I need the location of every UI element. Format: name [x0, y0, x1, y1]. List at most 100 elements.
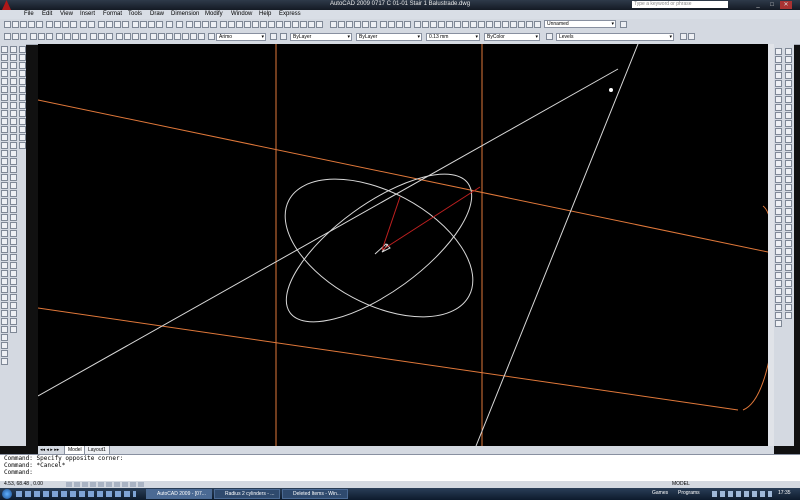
dim-linear-tool-icon[interactable] — [10, 174, 17, 181]
annotative-icon[interactable] — [785, 296, 792, 303]
arc-tool-icon[interactable] — [1, 86, 8, 93]
delete-scale-icon[interactable] — [785, 312, 792, 319]
sheet-set-icon[interactable] — [156, 21, 163, 28]
help-question-icon[interactable] — [198, 33, 205, 40]
union-tool-icon[interactable] — [1, 278, 8, 285]
chamfer-tool-icon[interactable] — [10, 150, 17, 157]
quick-dim-tool-icon[interactable] — [10, 238, 17, 245]
paste-clip-icon[interactable] — [72, 33, 79, 40]
justify-text-icon[interactable] — [785, 280, 792, 287]
text-front-icon[interactable] — [785, 136, 792, 143]
command-prompt[interactable]: Command: — [4, 469, 800, 476]
view-manager-icon[interactable] — [620, 21, 627, 28]
snap-quadrant-icon[interactable] — [19, 78, 26, 85]
menu-file[interactable]: File — [24, 11, 34, 17]
color-combo[interactable]: ByLayer — [290, 33, 352, 41]
linetype-combo[interactable]: ByLayer — [356, 33, 422, 41]
locate-point-icon[interactable] — [785, 80, 792, 87]
menu-express[interactable]: Express — [279, 11, 301, 17]
break-tool-icon[interactable] — [10, 134, 17, 141]
undo-icon[interactable] — [80, 21, 87, 28]
redo-icon[interactable] — [88, 21, 95, 28]
revolve-tool-icon[interactable] — [1, 254, 8, 261]
plotstyle-combo[interactable]: ByColor — [484, 33, 540, 41]
snap-tangent-icon[interactable] — [19, 86, 26, 93]
snap-settings-icon[interactable] — [19, 142, 26, 149]
convert-solid-icon[interactable] — [775, 272, 782, 279]
clean-tool-icon[interactable] — [1, 350, 8, 357]
zoom-window-icon[interactable] — [132, 33, 139, 40]
lights-icon[interactable] — [775, 56, 782, 63]
ellipse-arc-tool-icon[interactable] — [1, 126, 8, 133]
find-icon[interactable] — [785, 264, 792, 271]
view-bottom-icon[interactable] — [338, 21, 345, 28]
redo-arrow-icon[interactable] — [106, 33, 113, 40]
dim-arc-tool-icon[interactable] — [10, 190, 17, 197]
snap-none-icon[interactable] — [19, 134, 26, 141]
bring-above-icon[interactable] — [785, 120, 792, 127]
brush-icon[interactable] — [80, 33, 87, 40]
layer-previous-icon[interactable] — [438, 21, 445, 28]
camera-icon[interactable] — [210, 21, 217, 28]
paste-icon[interactable] — [62, 21, 69, 28]
menu-format[interactable]: Format — [103, 11, 122, 17]
sphere-tool-icon[interactable] — [1, 206, 8, 213]
torus-tool-icon[interactable] — [1, 238, 8, 245]
layer-walk-icon[interactable] — [502, 21, 509, 28]
command-window[interactable]: Command: Specify opposite corner: Comman… — [0, 454, 800, 481]
snap-parallel-icon[interactable] — [19, 102, 26, 109]
shell-tool-icon[interactable] — [1, 334, 8, 341]
rectangle-tool-icon[interactable] — [1, 78, 8, 85]
calculator-icon[interactable] — [166, 21, 173, 28]
layer-isolate-icon[interactable] — [446, 21, 453, 28]
ucs-zaxis-icon[interactable] — [276, 21, 283, 28]
named-view-combo[interactable]: Unnamed — [544, 20, 616, 28]
dim-diameter-tool-icon[interactable] — [10, 222, 17, 229]
planar-surface-icon[interactable] — [775, 304, 782, 311]
copy-clip-icon[interactable] — [64, 33, 71, 40]
ortho-toggle-icon[interactable] — [82, 482, 88, 487]
new-icon[interactable] — [4, 21, 11, 28]
cylinder-end-cap[interactable] — [742, 205, 777, 411]
construction-line-steep[interactable] — [475, 43, 639, 447]
start-button[interactable] — [2, 489, 12, 499]
clip-tool-icon[interactable] — [10, 326, 17, 333]
box-tool-icon[interactable] — [1, 198, 8, 205]
center-mark-tool-icon[interactable] — [10, 270, 17, 277]
gradient-tool-icon[interactable] — [1, 166, 8, 173]
design-center-icon[interactable] — [140, 21, 147, 28]
render-icon[interactable] — [202, 21, 209, 28]
sheet-set-palette-icon[interactable] — [174, 33, 181, 40]
extend-tool-icon[interactable] — [10, 126, 17, 133]
circle-tool-icon[interactable] — [1, 94, 8, 101]
new-file-icon[interactable] — [4, 33, 11, 40]
conceptual-style-icon[interactable] — [775, 184, 782, 191]
design-center-palette-icon[interactable] — [158, 33, 165, 40]
mass-props-icon[interactable] — [785, 64, 792, 71]
snap-insertion-icon[interactable] — [19, 110, 26, 117]
qp-toggle-icon[interactable] — [138, 482, 144, 487]
named-views-icon[interactable] — [414, 21, 421, 28]
ucs-y-icon[interactable] — [300, 21, 307, 28]
dim-baseline-tool-icon[interactable] — [10, 246, 17, 253]
erase-tool-icon[interactable] — [10, 46, 17, 53]
lineweight-combo[interactable]: 0.13 mm — [426, 33, 480, 41]
view-sw-iso-icon[interactable] — [380, 21, 387, 28]
taskbar-item-radius[interactable]: Radius 2 cylinders - ... — [214, 489, 280, 499]
fillet-tool-icon[interactable] — [10, 158, 17, 165]
wireframe-style-icon[interactable] — [775, 160, 782, 167]
properties-icon[interactable] — [132, 21, 139, 28]
zoom-realtime-icon[interactable] — [106, 21, 113, 28]
copy-icon[interactable] — [54, 21, 61, 28]
text-style-combo[interactable]: Arimo — [216, 33, 266, 41]
print-icon[interactable] — [30, 33, 37, 40]
ucs-world-icon[interactable] — [228, 21, 235, 28]
snap-toggle-icon[interactable] — [66, 482, 72, 487]
view-se-iso-icon[interactable] — [388, 21, 395, 28]
menu-view[interactable]: View — [60, 11, 73, 17]
flatshot-icon[interactable] — [775, 200, 782, 207]
otrack-toggle-icon[interactable] — [106, 482, 112, 487]
cylinder-tool-icon[interactable] — [1, 214, 8, 221]
cylinder-bottom-edge[interactable] — [37, 307, 739, 411]
sun-icon[interactable] — [775, 72, 782, 79]
